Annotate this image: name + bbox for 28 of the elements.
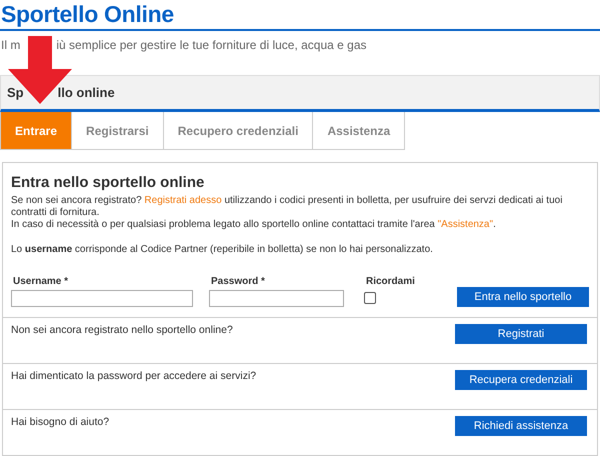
text-link[interactable]: Registrati adesso xyxy=(144,195,222,206)
field-label: Password * xyxy=(210,276,266,287)
remember-checkbox[interactable] xyxy=(364,292,376,304)
checkbox-label: Ricordami xyxy=(365,276,415,287)
subtitle: Il m xyxy=(1,37,20,54)
tab[interactable]: Registrarsi xyxy=(72,112,164,150)
panel-title: llo online xyxy=(58,85,115,100)
intro-text: In caso di necessità o per qualsiasi problema legato allo sportello online contattaci tramite l'area "Assistenza". xyxy=(11,219,497,231)
username-note: Lo username corrisponde al Codice Partner (reperibile in bolletta) se non lo hai personalizzato. xyxy=(11,244,434,256)
subtitle: iù semplice per gestire le tue forniture di luce, acqua e gas xyxy=(56,37,367,54)
field-label: Username * xyxy=(12,276,70,287)
login-button[interactable]: Entra nello sportello xyxy=(457,287,589,307)
login-heading: Entra nello sportello online xyxy=(11,173,206,193)
tab[interactable]: Recupero credenziali xyxy=(164,112,314,150)
row-question: Non sei ancora registrato nello sportello online? xyxy=(11,324,233,336)
action-button[interactable]: Richiedi assistenza xyxy=(455,416,587,436)
intro-text: Se non sei ancora registrato? Registrati adesso utilizzando i codici presenti in bolletta, per usufruire dei servzi dedicati ai tuoi contratti di fornitura. xyxy=(11,195,564,219)
username-field[interactable] xyxy=(11,290,193,307)
action-button[interactable]: Registrati xyxy=(455,324,587,344)
password-field[interactable] xyxy=(209,290,344,307)
panel-title: Sp xyxy=(7,85,24,100)
action-button[interactable]: Recupera credenziali xyxy=(455,370,587,390)
tab[interactable]: Assistenza xyxy=(313,112,406,150)
row-question: Hai bisogno di aiuto? xyxy=(11,416,110,428)
page-title: Sportello Online xyxy=(0,0,600,31)
row-question: Hai dimenticato la password per accedere ai servizi? xyxy=(11,370,256,382)
text-link[interactable]: "Assistenza" xyxy=(438,219,494,230)
tab[interactable]: Entrare xyxy=(0,112,72,150)
